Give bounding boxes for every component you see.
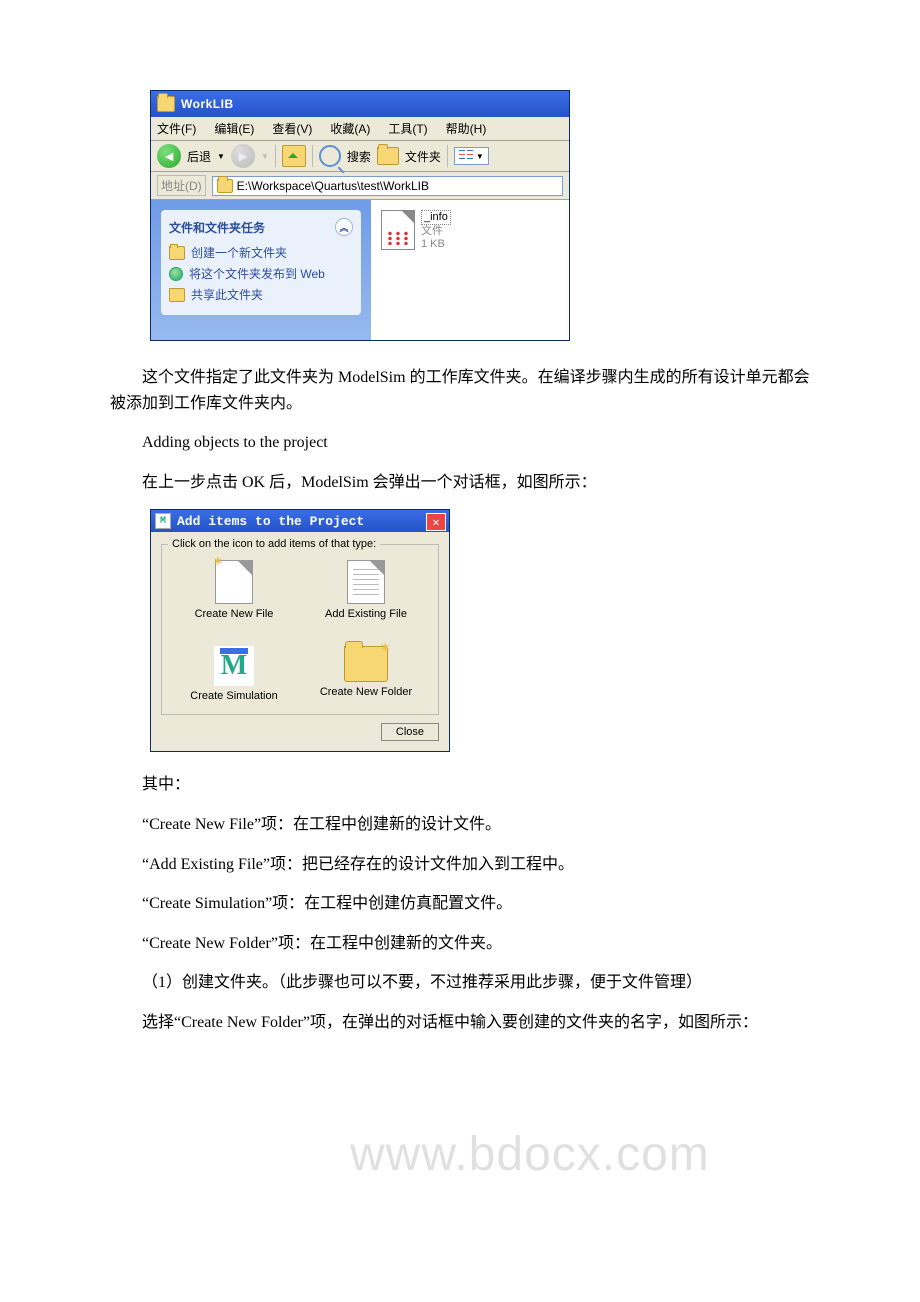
paragraph: “Create Simulation”项：在工程中创建仿真配置文件。: [110, 891, 820, 917]
dialog-title: Add items to the Project: [177, 514, 364, 529]
chevron-down-icon: ▼: [476, 152, 484, 161]
file-name: _info: [421, 210, 451, 225]
file-icon: [381, 210, 415, 250]
views-icon: [459, 150, 473, 162]
menu-edit[interactable]: 编辑(E): [214, 120, 254, 137]
add-items-dialog: M Add items to the Project ✕ Click on th…: [150, 509, 450, 752]
menu-view[interactable]: 查看(V): [272, 120, 312, 137]
tasks-box: 文件和文件夹任务 ︽ 创建一个新文件夹 将这个文件夹发布到 Web 共享此文件夹: [161, 210, 361, 315]
task-share-folder[interactable]: 共享此文件夹: [169, 284, 353, 305]
menu-fav[interactable]: 收藏(A): [330, 120, 370, 137]
address-field[interactable]: E:\Workspace\Quartus\test\WorkLIB: [212, 176, 563, 196]
search-label: 搜索: [347, 148, 371, 165]
item-create-new-file[interactable]: Create New File: [168, 560, 300, 620]
globe-icon: [169, 267, 183, 281]
close-button[interactable]: ✕: [426, 513, 446, 531]
files-area[interactable]: _info 文件 1 KB: [371, 200, 569, 340]
watermark: www.bdocx.com: [350, 1127, 710, 1182]
menu-file[interactable]: 文件(F): [157, 120, 196, 137]
dialog-legend: Click on the icon to add items of that t…: [168, 538, 380, 550]
tasks-panel: 文件和文件夹任务 ︽ 创建一个新文件夹 将这个文件夹发布到 Web 共享此文件夹: [151, 200, 371, 340]
explorer-menubar: 文件(F) 编辑(E) 查看(V) 收藏(A) 工具(T) 帮助(H): [151, 117, 569, 141]
paragraph: 这个文件指定了此文件夹为 ModelSim 的工作库文件夹。在编译步骤内生成的所…: [110, 365, 820, 416]
item-add-existing-file[interactable]: Add Existing File: [300, 560, 432, 620]
folder-icon: [157, 96, 175, 112]
item-label: Create New Folder: [320, 686, 412, 698]
tasks-header: 文件和文件夹任务: [169, 219, 265, 236]
explorer-toolbar: ◄ 后退 ▼ ► ▼ 搜索 文件夹 ▼: [151, 141, 569, 172]
folders-label: 文件夹: [405, 148, 441, 165]
back-dropdown-icon[interactable]: ▼: [217, 152, 225, 161]
file-size: 1 KB: [421, 238, 445, 250]
file-type: 文件: [421, 225, 443, 237]
explorer-window: WorkLIB 文件(F) 编辑(E) 查看(V) 收藏(A) 工具(T) 帮助…: [150, 90, 570, 341]
item-label: Add Existing File: [325, 608, 407, 620]
separator: [275, 145, 276, 167]
item-label: Create New File: [195, 608, 274, 620]
separator: [312, 145, 313, 167]
close-button[interactable]: Close: [381, 723, 439, 741]
task-new-folder[interactable]: 创建一个新文件夹: [169, 242, 353, 263]
share-icon: [169, 288, 185, 302]
collapse-button[interactable]: ︽: [335, 218, 353, 236]
item-label: Create Simulation: [190, 690, 277, 702]
task-label: 创建一个新文件夹: [191, 244, 287, 261]
dialog-titlebar[interactable]: M Add items to the Project ✕: [151, 510, 449, 532]
paragraph: 其中：: [110, 772, 820, 798]
forward-button[interactable]: ►: [231, 144, 255, 168]
paragraph: （1）创建文件夹。（此步骤也可以不要，不过推荐采用此步骤，便于文件管理）: [110, 970, 820, 996]
back-button[interactable]: ◄: [157, 144, 181, 168]
new-folder-icon: [344, 646, 388, 682]
new-file-icon: [215, 560, 253, 604]
folders-icon[interactable]: [377, 147, 399, 165]
explorer-body: 文件和文件夹任务 ︽ 创建一个新文件夹 将这个文件夹发布到 Web 共享此文件夹: [151, 200, 569, 340]
folder-icon: [217, 179, 233, 193]
existing-file-icon: [347, 560, 385, 604]
task-label: 将这个文件夹发布到 Web: [189, 265, 325, 282]
explorer-titlebar[interactable]: WorkLIB: [151, 91, 569, 117]
task-publish-web[interactable]: 将这个文件夹发布到 Web: [169, 263, 353, 284]
forward-dropdown-icon: ▼: [261, 152, 269, 161]
paragraph: “Create New Folder”项：在工程中创建新的文件夹。: [110, 931, 820, 957]
modelsim-logo-icon: M: [155, 513, 171, 529]
item-create-simulation[interactable]: M Create Simulation: [168, 646, 300, 702]
explorer-title: WorkLIB: [181, 97, 234, 111]
item-create-new-folder[interactable]: Create New Folder: [300, 646, 432, 702]
menu-tools[interactable]: 工具(T): [388, 120, 427, 137]
up-button[interactable]: [282, 145, 306, 167]
paragraph: 在上一步点击 OK 后，ModelSim 会弹出一个对话框，如图所示：: [110, 470, 820, 496]
separator: [447, 145, 448, 167]
heading-adding-objects: Adding objects to the project: [110, 430, 820, 456]
dialog-group: Click on the icon to add items of that t…: [161, 538, 439, 715]
address-path: E:\Workspace\Quartus\test\WorkLIB: [237, 179, 429, 193]
paragraph: “Create New File”项：在工程中创建新的设计文件。: [110, 812, 820, 838]
address-label: 地址(D): [157, 175, 206, 196]
back-label: 后退: [187, 148, 211, 165]
new-folder-icon: [169, 246, 185, 260]
paragraph: 选择“Create New Folder”项，在弹出的对话框中输入要创建的文件夹…: [110, 1010, 820, 1036]
simulation-icon: M: [214, 646, 254, 686]
search-icon[interactable]: [319, 145, 341, 167]
task-label: 共享此文件夹: [191, 286, 263, 303]
file-item[interactable]: _info 文件 1 KB: [381, 210, 559, 251]
file-meta: _info 文件 1 KB: [421, 210, 451, 251]
paragraph: “Add Existing File”项：把已经存在的设计文件加入到工程中。: [110, 852, 820, 878]
menu-help[interactable]: 帮助(H): [446, 120, 487, 137]
address-bar: 地址(D) E:\Workspace\Quartus\test\WorkLIB: [151, 172, 569, 200]
views-button[interactable]: ▼: [454, 147, 489, 165]
